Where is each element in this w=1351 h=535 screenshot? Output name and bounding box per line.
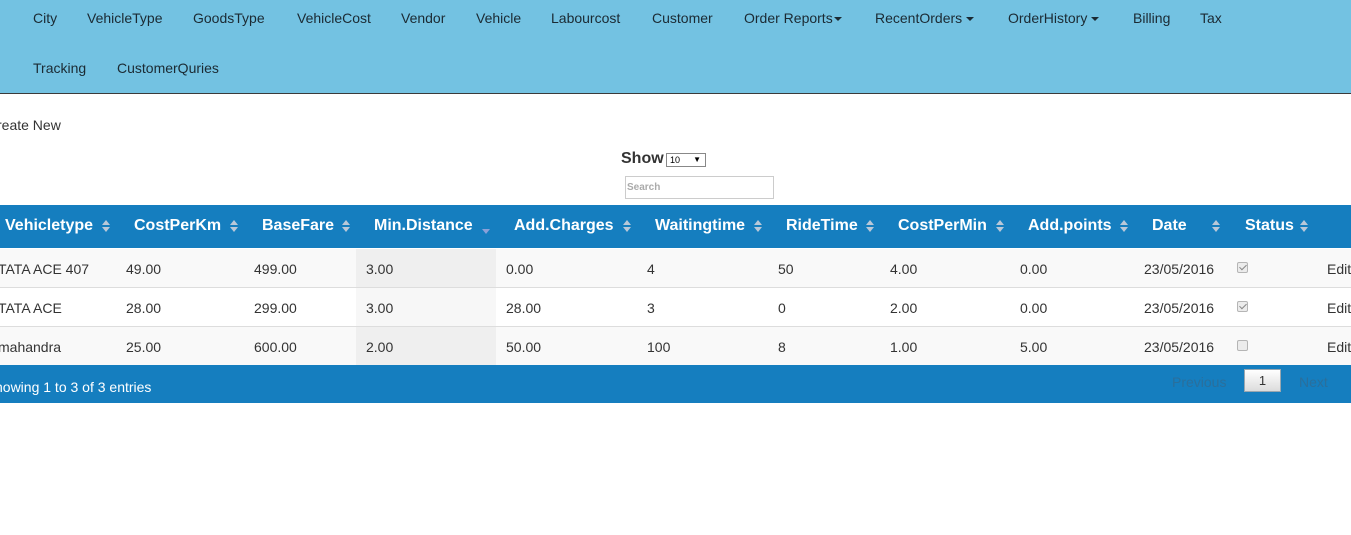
cell-addcharges: 0.00 <box>506 261 534 277</box>
nav-item-labourcost[interactable]: Labourcost <box>551 10 620 26</box>
cell-waitingtime: 100 <box>647 339 671 355</box>
cell-addcharges: 28.00 <box>506 300 542 316</box>
nav-item-order-reports-label: Order Reports <box>744 10 833 26</box>
nav-item-orderhistory[interactable]: OrderHistory <box>1008 10 1100 26</box>
nav-item-customerquries[interactable]: CustomerQuries <box>117 60 219 76</box>
cell-addpoints: 0.00 <box>1020 300 1048 316</box>
cell-basefare: 299.00 <box>254 300 297 316</box>
cell-costpermin: 4.00 <box>890 261 918 277</box>
nav-item-order-reports[interactable]: Order Reports <box>744 10 842 26</box>
column-header-status[interactable]: Status <box>1245 217 1294 235</box>
caret-down-icon <box>1091 17 1100 22</box>
cell-date: 23/05/2016 <box>1144 339 1215 355</box>
nav-item-vendor[interactable]: Vendor <box>401 10 445 26</box>
nav-item-vehicletype[interactable]: VehicleType <box>87 10 163 26</box>
cell-waitingtime: 3 <box>647 300 655 316</box>
page-length-select[interactable]: 10 ▼ <box>666 153 706 167</box>
nav-item-recentorders[interactable]: RecentOrders <box>875 10 975 26</box>
cell-addpoints: 5.00 <box>1020 339 1048 355</box>
cell-addpoints: 0.00 <box>1020 261 1048 277</box>
sort-icon <box>996 220 1004 234</box>
nav-item-billing[interactable]: Billing <box>1133 10 1170 26</box>
nav-item-city[interactable]: City <box>33 10 57 26</box>
status-checkbox[interactable] <box>1237 340 1248 351</box>
search-input[interactable]: Search <box>625 176 774 199</box>
sort-icon <box>1300 220 1308 234</box>
cell-costperkm: 28.00 <box>126 300 162 316</box>
column-header-addpoints[interactable]: Add.points <box>1028 217 1112 235</box>
cell-mindistance: 2.00 <box>366 339 394 355</box>
sort-icon <box>623 220 631 234</box>
cell-ridetime: 50 <box>778 261 794 277</box>
sort-desc-icon <box>482 220 490 234</box>
cell-mindistance: 3.00 <box>366 300 394 316</box>
nav-item-goodstype[interactable]: GoodsType <box>193 10 265 26</box>
caret-down-icon <box>833 17 842 22</box>
cell-waitingtime: 4 <box>647 261 655 277</box>
sort-icon <box>866 220 874 234</box>
column-header-costperkm[interactable]: CostPerKm <box>134 217 221 235</box>
nav-item-tracking[interactable]: Tracking <box>33 60 86 76</box>
edit-link[interactable]: Edit <box>1327 300 1351 316</box>
cell-vehicletype: mahandra <box>0 339 62 355</box>
sort-icon <box>102 220 110 234</box>
column-header-date[interactable]: Date <box>1152 217 1187 235</box>
sort-icon <box>1212 220 1220 234</box>
cell-costperkm: 25.00 <box>126 339 162 355</box>
top-navbar: City VehicleType GoodsType VehicleCost V… <box>0 0 1351 94</box>
sort-icon <box>342 220 350 234</box>
table-header: Vehicletype CostPerKm BaseFare Min.Dista… <box>0 205 1351 248</box>
status-checkbox[interactable] <box>1237 301 1248 312</box>
edit-link[interactable]: Edit <box>1327 261 1351 277</box>
cell-mindistance: 3.00 <box>366 261 394 277</box>
nav-item-orderhistory-label: OrderHistory <box>1008 10 1088 26</box>
table-row: TATA ACE 407 49.00 499.00 3.00 0.00 4 50… <box>0 249 1351 288</box>
entries-info: howing 1 to 3 of 3 entries <box>0 379 152 395</box>
table-row: TATA ACE 28.00 299.00 3.00 28.00 3 0 2.0… <box>0 288 1351 327</box>
nav-item-recentorders-label: RecentOrders <box>875 10 963 26</box>
sort-icon <box>230 220 238 234</box>
cell-date: 23/05/2016 <box>1144 261 1215 277</box>
table-row: mahandra 25.00 600.00 2.00 50.00 100 8 1… <box>0 327 1351 366</box>
column-header-vehicletype[interactable]: Vehicletype <box>5 217 93 235</box>
table-footer: howing 1 to 3 of 3 entries Previous 1 Ne… <box>0 365 1351 403</box>
column-header-ridetime[interactable]: RideTime <box>786 217 858 235</box>
nav-item-vehiclecost[interactable]: VehicleCost <box>297 10 371 26</box>
column-header-costpermin[interactable]: CostPerMin <box>898 217 987 235</box>
cell-vehicletype: TATA ACE <box>0 300 62 316</box>
sort-icon <box>754 220 762 234</box>
nav-item-customer[interactable]: Customer <box>652 10 713 26</box>
pagination-page-1[interactable]: 1 <box>1244 369 1281 392</box>
cell-costpermin: 1.00 <box>890 339 918 355</box>
sort-icon <box>1120 220 1128 234</box>
status-checkbox[interactable] <box>1237 262 1248 273</box>
create-new-link[interactable]: reate New <box>0 117 61 133</box>
cell-ridetime: 8 <box>778 339 786 355</box>
cell-basefare: 600.00 <box>254 339 297 355</box>
column-header-waitingtime[interactable]: Waitingtime <box>655 217 745 235</box>
cell-costperkm: 49.00 <box>126 261 162 277</box>
column-header-basefare[interactable]: BaseFare <box>262 217 334 235</box>
pagination-next[interactable]: Next <box>1299 374 1328 390</box>
cell-costpermin: 2.00 <box>890 300 918 316</box>
show-label: Show <box>621 150 664 167</box>
cell-vehicletype: TATA ACE 407 <box>0 261 90 277</box>
search-placeholder: Search <box>627 182 661 193</box>
caret-down-icon <box>966 17 975 22</box>
cell-addcharges: 50.00 <box>506 339 542 355</box>
nav-item-vehicle[interactable]: Vehicle <box>476 10 521 26</box>
cell-ridetime: 0 <box>778 300 786 316</box>
column-header-addcharges[interactable]: Add.Charges <box>514 217 614 235</box>
edit-link[interactable]: Edit <box>1327 339 1351 355</box>
pagination-previous[interactable]: Previous <box>1172 374 1226 390</box>
cell-basefare: 499.00 <box>254 261 297 277</box>
column-header-mindistance[interactable]: Min.Distance <box>374 217 473 235</box>
dropdown-arrow-icon: ▼ <box>693 155 701 164</box>
cell-date: 23/05/2016 <box>1144 300 1215 316</box>
nav-item-tax[interactable]: Tax <box>1200 10 1222 26</box>
page-length-value: 10 <box>670 155 681 165</box>
